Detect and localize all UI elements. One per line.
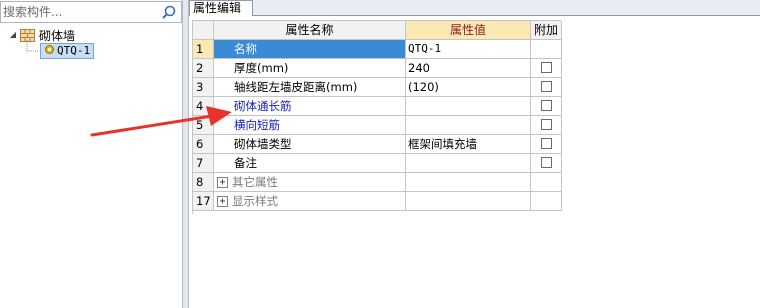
row-number: 1 xyxy=(193,40,214,59)
expand-plus-icon[interactable]: + xyxy=(217,177,228,188)
row-number: 4 xyxy=(193,97,214,116)
table-row[interactable]: 6 砌体墙类型 框架间填充墙 xyxy=(193,135,562,154)
property-value-cell[interactable] xyxy=(406,116,531,135)
table-row[interactable]: 8 + 其它属性 xyxy=(193,173,562,192)
header-extra: 附加 xyxy=(531,21,562,40)
property-name-cell[interactable]: + 其它属性 xyxy=(214,173,406,192)
row-number: 3 xyxy=(193,78,214,97)
table-row[interactable]: 3 轴线距左墙皮距离(mm) (120) xyxy=(193,78,562,97)
row-number: 6 xyxy=(193,135,214,154)
property-value-cell[interactable] xyxy=(406,192,531,211)
property-value-cell[interactable]: (120) xyxy=(406,78,531,97)
component-tree-panel: ◢ 砌体墙 xyxy=(0,0,182,308)
tab-property-edit[interactable]: 属性编辑 xyxy=(189,0,253,16)
property-value-cell[interactable]: QTQ-1 xyxy=(406,40,531,59)
extra-cell xyxy=(531,173,562,192)
property-name-cell[interactable]: 厚度(mm) xyxy=(214,59,406,78)
property-value-cell[interactable] xyxy=(406,97,531,116)
expand-plus-icon[interactable]: + xyxy=(217,196,228,207)
extra-checkbox[interactable] xyxy=(540,138,552,149)
grid-header: 属性名称 属性值 附加 xyxy=(193,21,562,40)
extra-cell xyxy=(531,59,562,78)
row-number: 8 xyxy=(193,173,214,192)
header-property-value: 属性值 xyxy=(406,21,531,40)
extra-cell xyxy=(531,154,562,173)
extra-cell xyxy=(531,192,562,211)
row-number: 7 xyxy=(193,154,214,173)
property-value-cell[interactable] xyxy=(406,173,531,192)
extra-checkbox[interactable] xyxy=(540,119,552,130)
tree-node-label: QTQ-1 xyxy=(57,44,91,57)
property-name-cell[interactable]: 砌体通长筋 xyxy=(214,97,406,116)
group-label: 其它属性 xyxy=(232,175,278,189)
table-row[interactable]: 17 + 显示样式 xyxy=(193,192,562,211)
table-row[interactable]: 1 名称 QTQ-1 xyxy=(193,40,562,59)
property-name-cell[interactable]: 名称 xyxy=(214,40,406,59)
component-gear-icon xyxy=(45,45,54,54)
extra-cell xyxy=(531,78,562,97)
property-value-cell[interactable]: 框架间填充墙 xyxy=(406,135,531,154)
row-number: 2 xyxy=(193,59,214,78)
table-row[interactable]: 2 厚度(mm) 240 xyxy=(193,59,562,78)
property-value-cell[interactable] xyxy=(406,154,531,173)
property-name-cell[interactable]: 轴线距左墙皮距离(mm) xyxy=(214,78,406,97)
extra-cell xyxy=(531,116,562,135)
panel-splitter[interactable] xyxy=(182,0,189,308)
extra-checkbox[interactable] xyxy=(540,81,552,92)
extra-checkbox[interactable] xyxy=(540,100,552,111)
table-row[interactable]: 4 砌体通长筋 xyxy=(193,97,562,116)
app-window: ◢ 砌体墙 xyxy=(0,0,760,308)
extra-checkbox[interactable] xyxy=(540,62,552,73)
property-name-cell[interactable]: 备注 xyxy=(214,154,406,173)
tree-node-selected[interactable]: QTQ-1 xyxy=(40,43,95,59)
group-label: 显示样式 xyxy=(232,194,278,208)
row-number: 5 xyxy=(193,116,214,135)
extra-checkbox[interactable] xyxy=(540,157,552,168)
header-property-name: 属性名称 xyxy=(214,21,406,40)
table-row[interactable]: 7 备注 xyxy=(193,154,562,173)
property-value-cell[interactable]: 240 xyxy=(406,59,531,78)
property-name-cell[interactable]: 砌体墙类型 xyxy=(214,135,406,154)
property-name-cell[interactable]: 横向短筋 xyxy=(214,116,406,135)
tree-connector-lines xyxy=(26,40,38,52)
extra-cell xyxy=(531,40,562,59)
property-grid: 属性名称 属性值 附加 1 名称 QTQ-1 2 厚度(mm) 240 3 轴线距左墙皮距离(… xyxy=(192,20,562,214)
tree-node-qtq-1[interactable]: QTQ-1 xyxy=(40,43,95,59)
table-row[interactable]: 5 横向短筋 xyxy=(193,116,562,135)
tab-bar: 属性编辑 xyxy=(189,0,760,16)
property-editor-panel: 属性编辑 属性名称 属性值 附加 1 名称 QTQ-1 2 厚度(mm) 240 3 轴线距左… xyxy=(189,0,760,308)
header-corner xyxy=(193,21,214,40)
extra-cell xyxy=(531,97,562,116)
property-name-cell[interactable]: + 显示样式 xyxy=(214,192,406,211)
extra-cell xyxy=(531,135,562,154)
row-number: 17 xyxy=(193,192,214,211)
